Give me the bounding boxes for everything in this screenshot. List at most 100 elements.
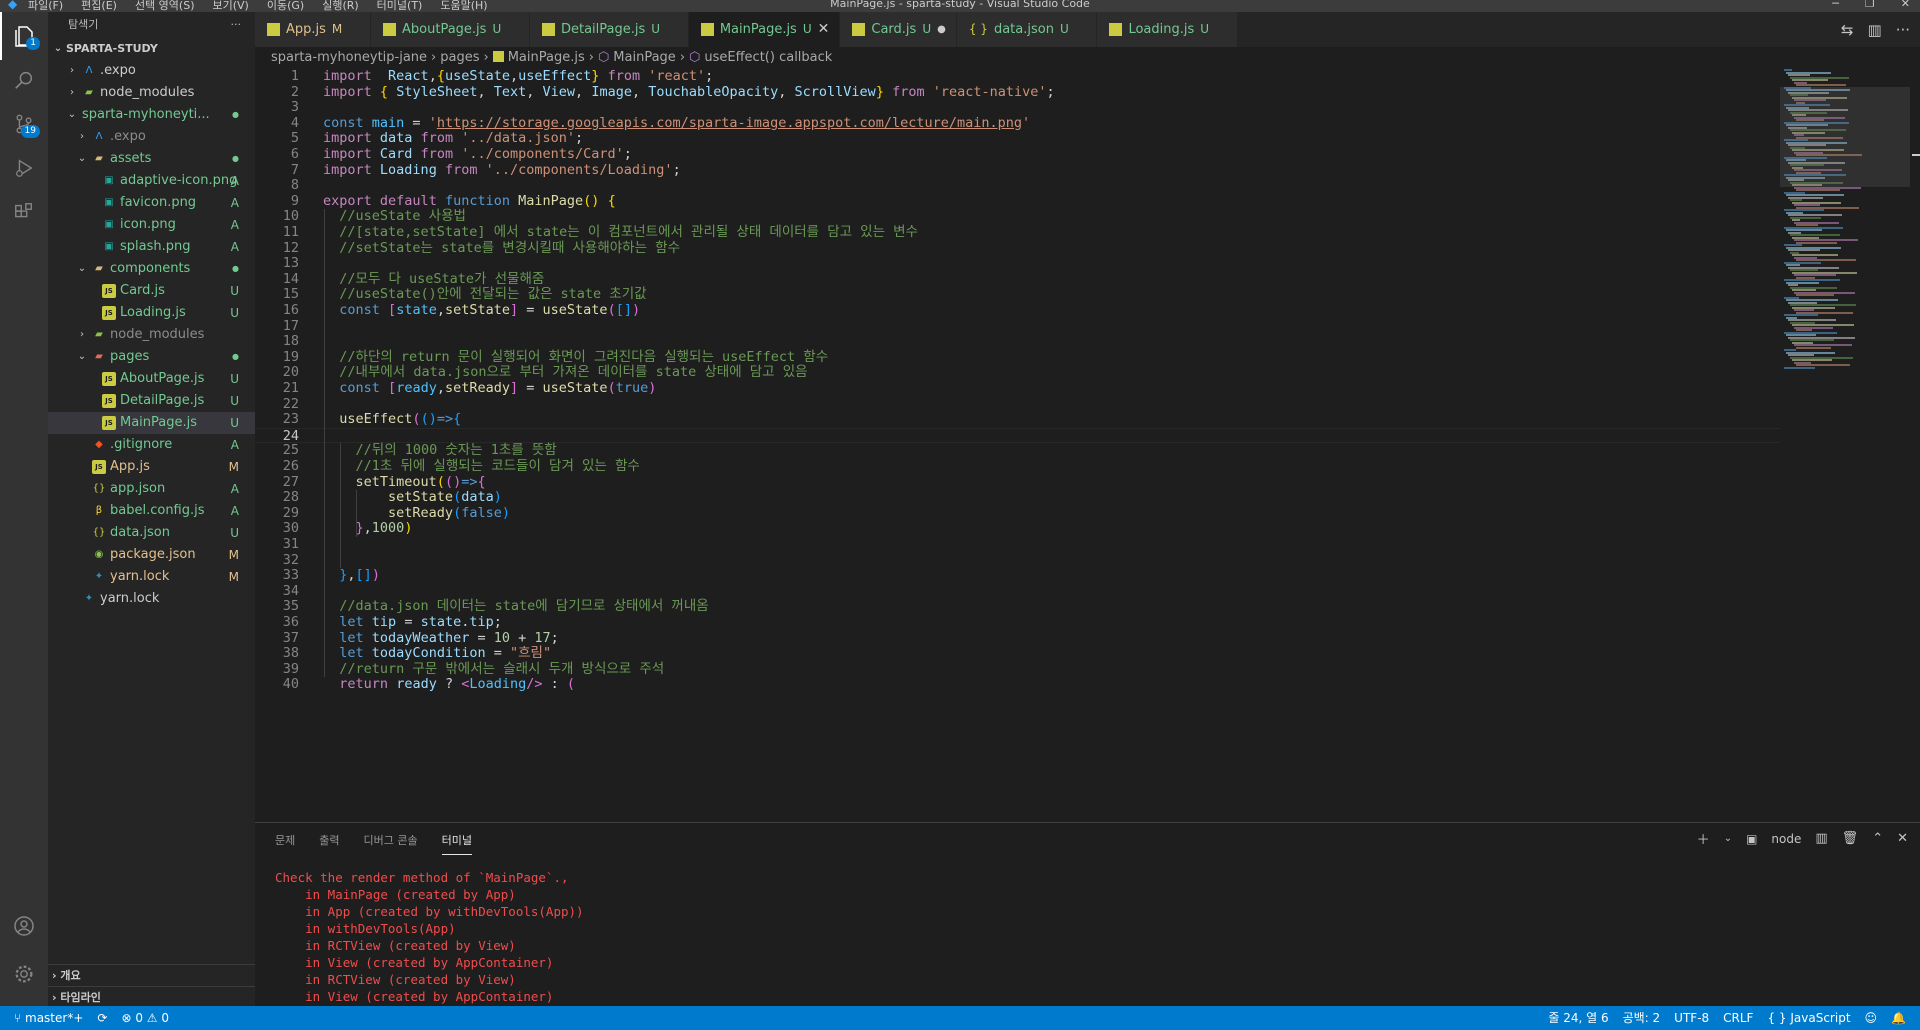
tree-folder[interactable]: › Λ .expo [48,60,255,82]
explorer-icon[interactable]: 1 [0,12,48,60]
editor-scrollbar[interactable] [1910,69,1920,822]
gear-icon[interactable] [0,950,48,998]
tree-file[interactable]: JS MainPage.js U [48,412,255,434]
run-debug-icon[interactable] [0,144,48,192]
close-panel-icon[interactable]: ✕ [1897,831,1908,846]
tree-folder[interactable]: › ▰ node_modules [48,324,255,346]
end-of-line[interactable]: CRLF [1723,1006,1753,1030]
breadcrumb-item[interactable]: useEffect() callback [704,50,832,65]
expo-folder-icon: Λ [85,65,93,76]
source-control-icon[interactable]: 19 [0,100,48,148]
tree-file[interactable]: ◆ .gitignore A [48,434,255,456]
editor-tab[interactable]: Card.js U ● [840,12,957,47]
feedback-icon[interactable]: ☺ [1865,1006,1878,1030]
minimap[interactable] [1780,69,1910,822]
tree-file[interactable]: ▣ favicon.png A [48,192,255,214]
code-content: //내부에서 data.json으로 부터 가져온 데이터를 state 상태에… [339,364,808,381]
tree-file[interactable]: ▣ icon.png A [48,214,255,236]
code-content: let todayCondition = "흐림" [339,645,552,662]
tree-file[interactable]: JS DetailPage.js U [48,390,255,412]
chevron-down-icon: ⌄ [67,109,77,120]
notifications-icon[interactable]: 🔔 [1891,1006,1906,1030]
chevron-right-icon: › [80,131,84,142]
editor-tab[interactable]: DetailPage.jsU✕ [529,12,689,47]
tree-folder[interactable]: ⌄ sparta-myhoneyti... ● [48,104,255,126]
maximize-panel-icon[interactable]: ⌃ [1872,831,1883,846]
code-content: setState(data) [388,489,502,506]
tree-file[interactable]: ▣ adaptive-icon.png A [48,170,255,192]
code-editor[interactable]: 1 import React,{useState,useEffect} from … [255,69,1780,822]
tree-file[interactable]: JS AboutPage.js U [48,368,255,390]
outline-section[interactable]: › 개요 [48,964,255,987]
tree-folder[interactable]: ⌄ ▰ pages ● [48,346,255,368]
terminal-shell-label[interactable]: node [1771,832,1801,846]
sync-icon[interactable]: ⟳ [97,1006,107,1030]
new-terminal-icon[interactable]: ＋ [1697,829,1710,848]
indentation[interactable]: 공백: 2 [1623,1006,1661,1030]
trash-icon[interactable]: 🗑 [1842,831,1859,846]
tree-folder[interactable]: ⌄ ▰ assets ● [48,148,255,170]
editor-tab[interactable]: App.jsM✕ [255,12,372,47]
tree-file[interactable]: {} data.json U [48,522,255,544]
git-branch[interactable]: ⑂ master*+ [14,1006,83,1030]
close-tab-icon[interactable]: ✕ [818,12,830,47]
tree-folder[interactable]: › ▰ node_modules [48,82,255,104]
breadcrumb-item[interactable]: sparta-myhoneytip-jane [271,50,427,65]
panel-tab[interactable]: 디버그 콘솔 [364,823,418,859]
compare-changes-icon[interactable]: ⇆ [1841,21,1854,39]
git-status-badge: A [230,504,239,518]
tree-folder[interactable]: ⌄ ▰ components ● [48,258,255,280]
tree-file[interactable]: β babel.config.js A [48,500,255,522]
cursor-position[interactable]: 줄 24, 열 6 [1548,1006,1608,1030]
line-number: 22 [282,395,299,412]
tree-file[interactable]: JS Loading.js U [48,302,255,324]
extensions-icon[interactable] [0,188,48,236]
problems-status[interactable]: ⊗ 0 ⚠ 0 [121,1006,169,1030]
editor-tab[interactable]: Loading.jsU✕ [1097,12,1238,47]
encoding[interactable]: UTF-8 [1674,1006,1709,1030]
panel-tab[interactable]: 터미널 [441,828,472,855]
tree-item-label: .expo [100,63,136,78]
line-number: 32 [282,551,299,568]
panel-tab[interactable]: 출력 [319,823,339,859]
chevron-down-icon[interactable]: ⌄ [1724,833,1732,844]
split-editor-icon[interactable]: ▥ [1868,21,1882,39]
tree-file[interactable]: ▣ splash.png A [48,236,255,258]
close-window-icon[interactable]: ✕ [1901,0,1910,10]
breadcrumb-item[interactable]: MainPage [613,50,676,65]
tree-file[interactable]: ◉ package.json M [48,544,255,566]
line-number: 28 [282,489,299,506]
editor-tab[interactable]: { }data.jsonU✕ [956,12,1098,47]
tree-file[interactable]: JS App.js M [48,456,255,478]
workspace-root[interactable]: ⌄ SPARTA-STUDY [48,38,255,60]
panel-tab[interactable]: 문제 [275,823,295,859]
editor-tab[interactable]: MainPage.js U ✕ [688,12,841,47]
search-icon[interactable] [0,56,48,104]
unsaved-dot-icon[interactable]: ● [937,12,946,47]
tree-file[interactable]: {} app.json A [48,478,255,500]
minimap-viewport[interactable] [1780,87,1910,187]
tab-label: DetailPage.js [560,22,646,37]
split-terminal-icon[interactable]: ▥ [1815,831,1827,846]
code-content: },1000) [355,520,413,537]
breadcrumb-item[interactable]: MainPage.js [508,50,585,65]
maximize-icon[interactable]: ❐ [1865,0,1875,10]
tree-item-label: sparta-myhoneyti... [82,107,210,122]
tree-file[interactable]: JS Card.js U [48,280,255,302]
terminal-output[interactable]: Check the render method of `MainPage`., … [275,869,584,1005]
breadcrumb-item[interactable]: pages [440,50,479,65]
minimize-icon[interactable]: ─ [1832,0,1839,10]
tree-folder[interactable]: › Λ .expo [48,126,255,148]
line-number: 39 [282,660,299,677]
language-mode[interactable]: { } JavaScript [1767,1006,1850,1030]
editor-tab[interactable]: AboutPage.jsU✕ [371,12,530,47]
tab-git-status: U [1059,22,1069,36]
tab-label: MainPage.js [719,22,797,37]
tree-file[interactable]: ✦ yarn.lock M [48,566,255,588]
code-content: //1초 뒤에 실행되는 코드들이 담겨 있는 함수 [355,458,640,474]
more-actions-icon[interactable]: ··· [231,12,242,38]
more-actions-icon[interactable]: ··· [1896,21,1910,39]
account-icon[interactable] [0,902,48,950]
tree-file[interactable]: ✦ yarn.lock [48,588,255,610]
tree-item-label: pages [110,349,150,364]
